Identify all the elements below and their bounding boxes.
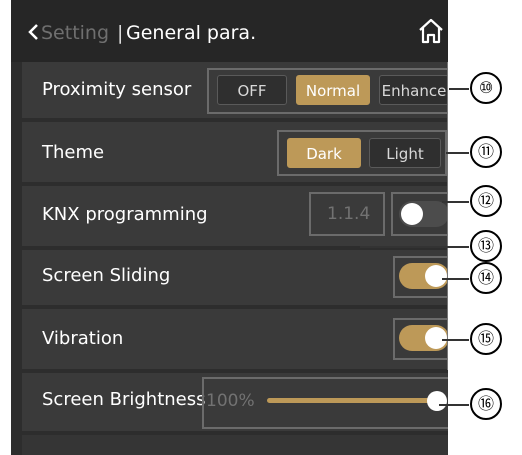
callout-11: ⑪ <box>470 136 502 168</box>
row-proximity-sensor: Proximity sensor OFF Normal Enhance <box>22 62 448 118</box>
knx-label: KNX programming <box>42 204 208 225</box>
page-title: General para. <box>126 22 257 44</box>
callout-leader <box>442 278 469 280</box>
callout-10: ⑩ <box>470 72 502 104</box>
device-screen: Setting | General para. Proximity sensor… <box>11 0 448 455</box>
vibration-label: Vibration <box>42 328 124 349</box>
row-knx-programming: KNX programming 1.1.4 <box>22 186 448 246</box>
proximity-option-off[interactable]: OFF <box>217 75 287 105</box>
screen-sliding-toggle[interactable] <box>399 263 448 289</box>
row-screen-sliding: Screen Sliding <box>22 250 448 305</box>
callout-leader <box>360 246 469 248</box>
scrollbar[interactable] <box>447 62 448 370</box>
proximity-option-enhance[interactable]: Enhance <box>379 75 448 105</box>
theme-label: Theme <box>42 142 105 163</box>
knx-programming-toggle[interactable] <box>399 201 448 227</box>
row-next-partial <box>22 435 448 455</box>
callout-15: ⑮ <box>470 323 502 355</box>
callout-leader <box>442 339 469 341</box>
callout-leader <box>439 404 469 406</box>
back-link[interactable]: Setting <box>41 22 109 44</box>
proximity-label: Proximity sensor <box>42 79 192 100</box>
breadcrumb-separator: | <box>117 22 124 44</box>
toggle-knob <box>401 203 423 225</box>
toggle-knob <box>425 265 447 287</box>
callout-leader <box>442 201 469 203</box>
home-icon[interactable] <box>417 17 445 45</box>
theme-option-light[interactable]: Light <box>369 138 441 168</box>
row-vibration: Vibration <box>22 309 448 369</box>
callout-16: ⑯ <box>470 388 502 420</box>
toggle-knob <box>425 327 447 349</box>
theme-option-dark[interactable]: Dark <box>287 138 361 168</box>
knx-address: 1.1.4 <box>327 204 371 224</box>
brightness-slider-track[interactable] <box>267 398 437 403</box>
callout-leader <box>449 88 469 90</box>
vibration-toggle[interactable] <box>399 325 448 351</box>
proximity-option-normal[interactable]: Normal <box>296 75 370 105</box>
screen-sliding-label: Screen Sliding <box>42 265 171 286</box>
callout-14: ⑭ <box>470 262 502 294</box>
brightness-label: Screen Brightness <box>42 389 206 410</box>
brightness-slider-thumb[interactable] <box>427 391 447 411</box>
callout-12: ⑫ <box>470 185 502 217</box>
callout-13: ⑬ <box>470 230 502 262</box>
brightness-value: 100% <box>206 391 255 411</box>
callout-leader <box>446 152 469 154</box>
row-screen-brightness: Screen Brightness 100% <box>22 373 448 431</box>
row-theme: Theme Dark Light <box>22 122 448 182</box>
top-bar: Setting | General para. <box>11 0 448 62</box>
